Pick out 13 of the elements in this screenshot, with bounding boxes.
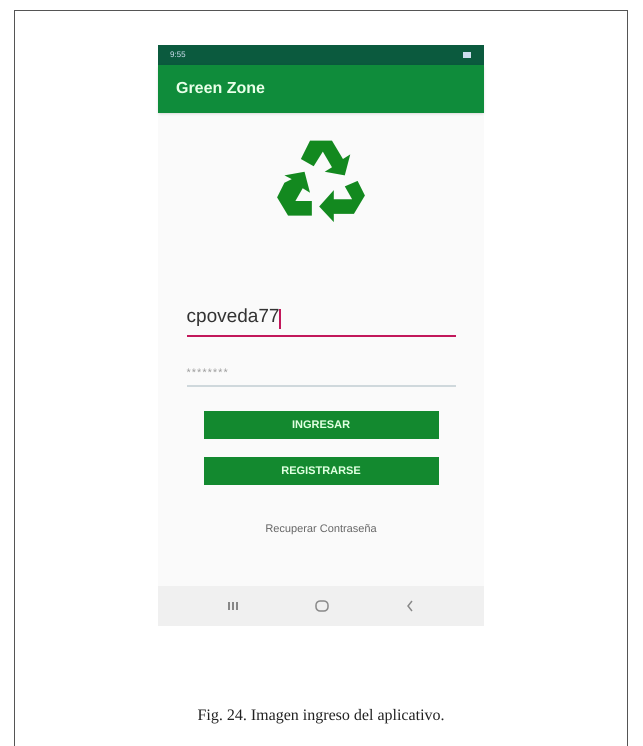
battery-icon	[462, 51, 472, 59]
back-icon[interactable]	[406, 600, 414, 612]
figure-caption: Fig. 24. Imagen ingreso del aplicativo.	[197, 706, 445, 726]
submit-button[interactable]: INGRESAR	[204, 411, 438, 439]
app-title: Green Zone	[176, 79, 265, 99]
status-time: 9:55	[170, 49, 186, 61]
recover-password-link[interactable]: Recuperar Contraseña	[265, 521, 377, 538]
username-field[interactable]: cpoveda77	[186, 307, 456, 337]
submit-button[interactable]: REGISTRARSE	[204, 457, 438, 485]
text-cursor	[279, 309, 282, 329]
recent-apps-icon[interactable]	[228, 601, 238, 611]
password-field[interactable]: ********	[186, 357, 456, 387]
home-icon[interactable]	[314, 600, 329, 612]
